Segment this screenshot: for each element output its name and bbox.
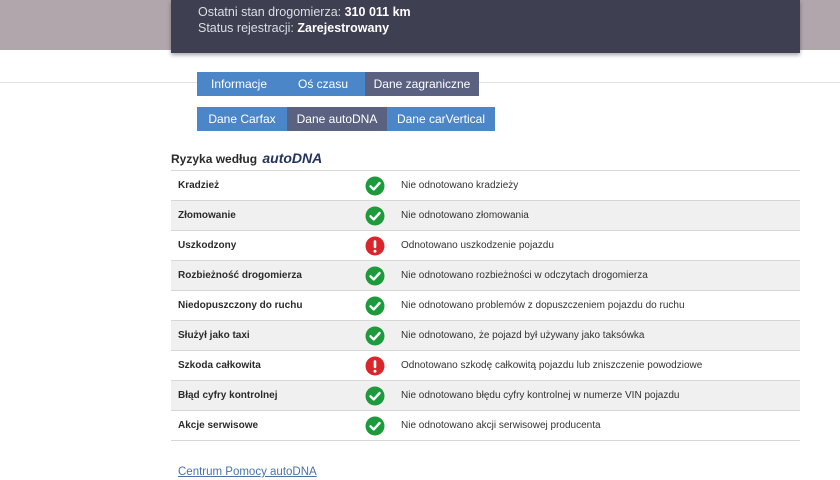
odometer-line: Ostatni stan drogomierza: 310 011 km bbox=[198, 5, 411, 19]
tab-informacje[interactable]: Informacje bbox=[197, 72, 281, 96]
check-circle-icon bbox=[365, 386, 385, 406]
risk-label: Rozbieżność drogomierza bbox=[178, 270, 302, 281]
autodna-brand: autoDNA bbox=[262, 150, 323, 166]
risk-row: Niedopuszczony do ruchu Nie odnotowano pr… bbox=[171, 290, 800, 320]
risk-description: Nie odnotowano rozbieżności w odczytach … bbox=[401, 270, 648, 281]
risk-label: Szkoda całkowita bbox=[178, 360, 261, 371]
risk-label: Złomowanie bbox=[178, 210, 236, 221]
vehicle-summary-card: Ostatni stan drogomierza: 310 011 km Sta… bbox=[171, 0, 800, 53]
risk-description: Nie odnotowano akcji serwisowej producen… bbox=[401, 420, 601, 431]
risk-label: Służył jako taxi bbox=[178, 330, 250, 341]
risk-label: Akcje serwisowe bbox=[178, 420, 259, 431]
risk-description: Nie odnotowano problemów z dopuszczeniem… bbox=[401, 300, 685, 311]
check-circle-icon bbox=[365, 296, 385, 316]
check-circle-icon bbox=[365, 266, 385, 286]
check-circle-icon bbox=[365, 416, 385, 436]
risk-row: Uszkodzony Odnotowano uszkodzenie pojazdu bbox=[171, 230, 800, 260]
risk-label: Uszkodzony bbox=[178, 240, 237, 251]
risk-description: Nie odnotowano kradzieży bbox=[401, 180, 519, 191]
exclamation-circle-icon bbox=[365, 236, 385, 256]
registration-label: Status rejestracji: bbox=[198, 21, 294, 35]
risk-row: Złomowanie Nie odnotowano złomowania bbox=[171, 200, 800, 230]
risk-row: Szkoda całkowita Odnotowano szkodę całkow… bbox=[171, 350, 800, 380]
risk-row: Błąd cyfry kontrolnej Nie odnotowano błęd… bbox=[171, 380, 800, 410]
risk-table: Kradzież Nie odnotowano kradzieży Złomowan… bbox=[171, 170, 800, 441]
section-title: Ryzyka według autoDNA bbox=[171, 150, 322, 166]
risk-row: Służył jako taxi Nie odnotowano, że pojaz… bbox=[171, 320, 800, 350]
registration-value: Zarejestrowany bbox=[297, 21, 390, 35]
risk-description: Nie odnotowano złomowania bbox=[401, 210, 529, 221]
risk-description: Odnotowano uszkodzenie pojazdu bbox=[401, 240, 554, 251]
risk-description: Nie odnotowano, że pojazd był używany ja… bbox=[401, 330, 645, 341]
exclamation-circle-icon bbox=[365, 356, 385, 376]
odometer-value: 310 011 km bbox=[344, 5, 411, 19]
risk-description: Nie odnotowano błędu cyfry kontrolnej w … bbox=[401, 390, 680, 401]
risk-label: Kradzież bbox=[178, 180, 220, 191]
tab-bar-secondary: Dane Carfax Dane autoDNA Dane carVertica… bbox=[197, 107, 495, 131]
risk-row: Akcje serwisowe Nie odnotowano akcji serw… bbox=[171, 410, 800, 441]
tab-dane-zagraniczne[interactable]: Dane zagraniczne bbox=[365, 72, 479, 96]
risk-description: Odnotowano szkodę całkowitą pojazdu lub … bbox=[401, 360, 703, 371]
tab-dane-carfax[interactable]: Dane Carfax bbox=[197, 107, 287, 131]
check-circle-icon bbox=[365, 326, 385, 346]
check-circle-icon bbox=[365, 206, 385, 226]
odometer-label: Ostatni stan drogomierza: bbox=[198, 5, 342, 19]
tab-os-czasu[interactable]: Oś czasu bbox=[281, 72, 365, 96]
section-title-prefix: Ryzyka według bbox=[171, 152, 258, 166]
risk-label: Niedopuszczony do ruchu bbox=[178, 300, 303, 311]
risk-label: Błąd cyfry kontrolnej bbox=[178, 390, 278, 401]
check-circle-icon bbox=[365, 176, 385, 196]
risk-row: Rozbieżność drogomierza Nie odnotowano ro… bbox=[171, 260, 800, 290]
registration-line: Status rejestracji: Zarejestrowany bbox=[198, 21, 389, 35]
tab-bar-primary: Informacje Oś czasu Dane zagraniczne bbox=[197, 72, 479, 96]
tab-dane-autodna[interactable]: Dane autoDNA bbox=[287, 107, 387, 131]
tab-dane-carvertical[interactable]: Dane carVertical bbox=[387, 107, 495, 131]
risk-row: Kradzież Nie odnotowano kradzieży bbox=[171, 170, 800, 200]
help-center-link[interactable]: Centrum Pomocy autoDNA bbox=[178, 466, 317, 478]
